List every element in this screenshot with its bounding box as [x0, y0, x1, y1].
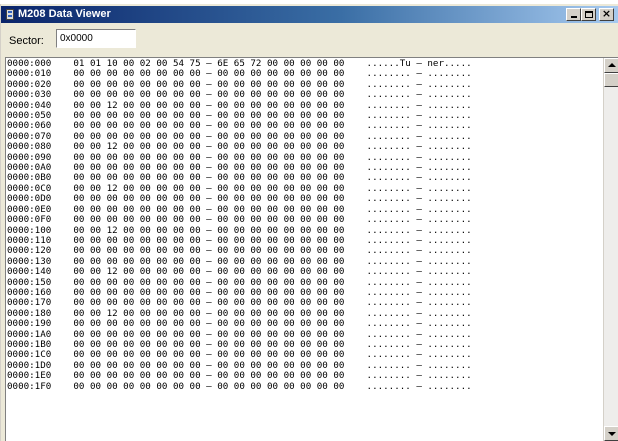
scroll-up-button[interactable]: [604, 58, 618, 73]
scroll-down-button[interactable]: [604, 426, 618, 441]
arrow-down-icon: [608, 432, 616, 436]
close-button[interactable]: ×: [599, 8, 614, 21]
arrow-up-icon: [608, 63, 616, 67]
close-icon: ×: [601, 7, 612, 20]
vertical-scrollbar[interactable]: [603, 58, 618, 441]
title-bar[interactable]: M208 Data Viewer ×: [1, 6, 618, 23]
hex-row: 0000:0F0 00 00 00 00 00 00 00 00 – 00 00…: [7, 214, 472, 226]
scroll-thumb[interactable]: [604, 73, 618, 87]
hex-row: 0000:190 00 00 00 00 00 00 00 00 – 00 00…: [7, 318, 472, 330]
sector-input[interactable]: [56, 29, 136, 48]
hex-row: 0000:1F0 00 00 00 00 00 00 00 00 – 00 00…: [7, 380, 472, 392]
data-viewer-window: M208 Data Viewer × Sector: 0000:000 01 0…: [0, 4, 618, 441]
maximize-button[interactable]: [581, 8, 596, 21]
minimize-button[interactable]: [566, 8, 581, 21]
maximize-icon: [585, 11, 593, 18]
hex-dump-view[interactable]: 0000:000 01 01 10 00 02 00 54 75 – 6E 65…: [5, 57, 618, 441]
minimize-icon: [571, 16, 577, 18]
sector-label: Sector:: [9, 35, 44, 47]
hex-row: 0000:140 00 00 12 00 00 00 00 00 – 00 00…: [7, 266, 472, 278]
window-title: M208 Data Viewer: [18, 8, 111, 20]
hex-dump-lines: 0000:000 01 01 10 00 02 00 54 75 – 6E 65…: [7, 58, 472, 392]
app-icon: [6, 9, 14, 20]
